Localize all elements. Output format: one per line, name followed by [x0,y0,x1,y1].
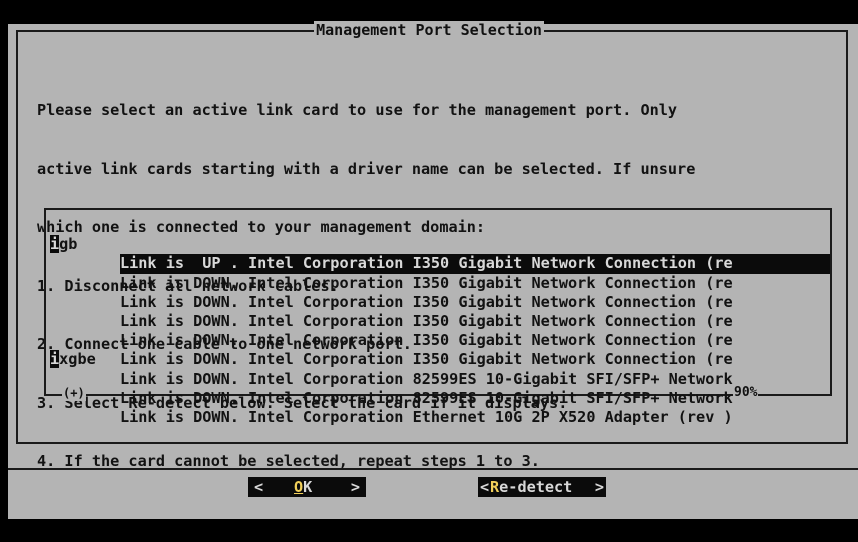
ok-button[interactable]: < OK > [248,477,366,497]
list-item[interactable]: Link is DOWN. Intel Corporation 82599ES … [50,350,830,407]
ok-button-label: OK [294,477,312,497]
instruction-line: active link cards starting with a driver… [37,159,696,178]
redetect-label-rest: e-detect [499,478,573,496]
link-description: Link is DOWN. Intel Corporation Ethernet… [120,407,733,426]
button-bracket-right: > [594,478,604,496]
button-bracket-left: < [254,478,264,496]
list-item[interactable]: Link is DOWN. Intel Corporation I350 Gig… [50,235,830,292]
button-bracket-left: < [480,478,490,496]
list-item[interactable]: Link is DOWN. Intel Corporation I350 Gig… [50,254,830,311]
list-item[interactable]: Link is DOWN. Intel Corporation I350 Gig… [50,312,830,368]
terminal-screen: Management Port Selection Please select … [0,0,858,542]
list-item[interactable]: Link is DOWN. Intel Corporation I350 Gig… [50,293,830,349]
button-row: < OK > < Re-detect > [8,470,858,519]
redetect-hotkey: R [490,478,500,496]
instruction-line: Please select an active link card to use… [37,101,678,119]
link-description: Link is DOWN. Intel Corporation 82599ES … [120,388,733,407]
list-item[interactable]: Link is DOWN. Intel Corporation I350 Gig… [50,274,830,330]
network-card-list[interactable]: igb Link is UP . Intel Corporation I350 … [50,216,830,426]
redetect-button[interactable]: < Re-detect > [478,477,606,497]
button-bracket-right: > [350,478,360,496]
ok-label-rest: K [303,478,313,496]
list-item[interactable]: igb Link is UP . Intel Corporation I350 … [50,216,830,274]
list-item[interactable]: ixgbe Link is DOWN. Intel Corporation 82… [50,331,830,388]
list-item[interactable]: Link is DOWN. Intel Corporation Ethernet… [50,370,830,426]
redetect-button-label: Re-detect [490,477,572,497]
ok-hotkey: O [294,478,304,496]
